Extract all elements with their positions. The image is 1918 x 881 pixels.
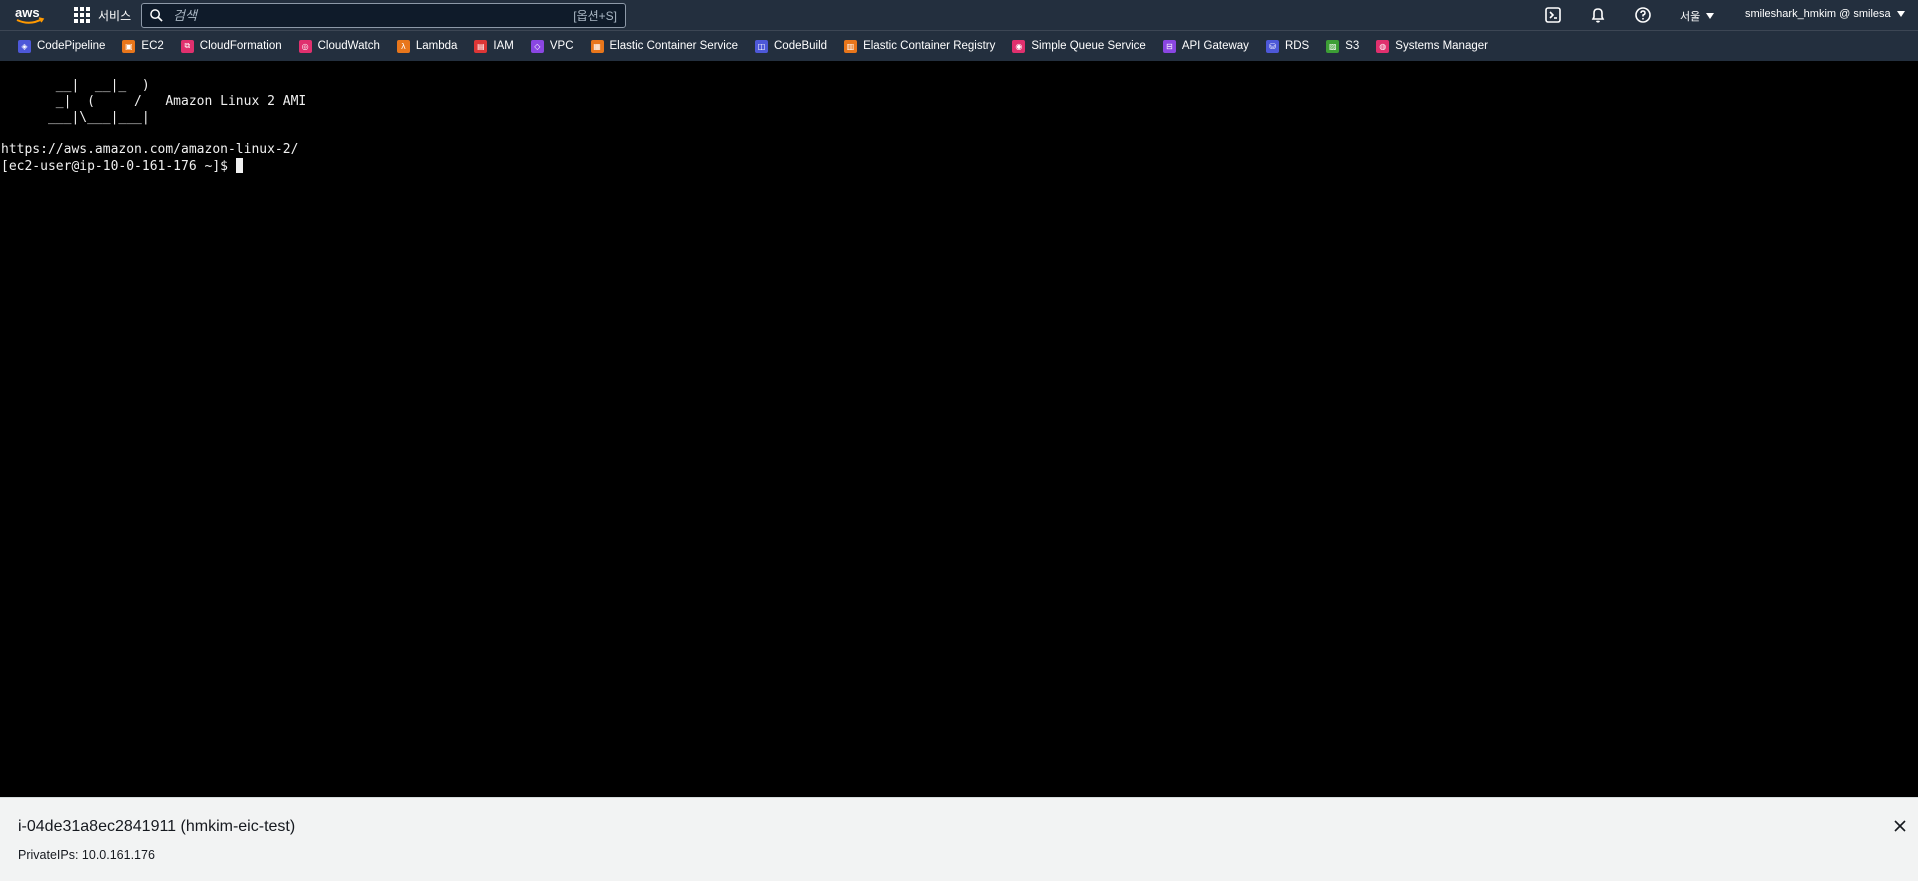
grid-icon	[74, 7, 90, 23]
search-input[interactable]	[173, 8, 574, 23]
favorite-simple-queue-service[interactable]: ◉ Simple Queue Service	[1012, 39, 1146, 53]
service-icon: ⧉	[180, 39, 194, 53]
favorite-cloudformation[interactable]: ⧉ CloudFormation	[180, 39, 282, 53]
favorite-label: Elastic Container Registry	[863, 40, 996, 52]
terminal-prompt: [ec2-user@ip-10-0-161-176 ~]$	[1, 159, 236, 174]
bell-icon[interactable]	[1589, 6, 1607, 24]
favorite-elastic-container-service[interactable]: ▦ Elastic Container Service	[590, 39, 738, 53]
instance-info-panel: i-04de31a8ec2841911 (hmkim-eic-test) Pri…	[0, 797, 1918, 881]
favorite-s3[interactable]: ▨ S3	[1326, 39, 1360, 53]
favorite-label: VPC	[549, 40, 574, 52]
region-selector[interactable]: 서울	[1680, 8, 1715, 24]
favorite-label: EC2	[141, 40, 164, 52]
favorite-api-gateway[interactable]: ⊟ API Gateway	[1162, 39, 1249, 53]
terminal-url: https://aws.amazon.com/amazon-linux-2/	[1, 142, 299, 157]
favorite-cloudwatch[interactable]: ◎ CloudWatch	[298, 39, 380, 53]
search-icon	[150, 9, 163, 22]
favorite-ec2[interactable]: ▣ EC2	[122, 39, 164, 53]
favorite-lambda[interactable]: λ Lambda	[396, 39, 458, 53]
favorite-vpc[interactable]: ◇ VPC	[530, 39, 574, 53]
account-menu[interactable]: smileshark_hmkim @ smilesa	[1745, 8, 1905, 20]
favorite-label: CodeBuild	[774, 40, 828, 52]
service-icon: ▦	[590, 39, 604, 53]
instance-private-ips: PrivateIPs: 10.0.161.176	[18, 848, 155, 862]
service-icon: ◇	[530, 39, 544, 53]
service-icon: ⊟	[1162, 39, 1176, 53]
favorite-elastic-container-registry[interactable]: ▥ Elastic Container Registry	[844, 39, 996, 53]
favorite-label: Simple Queue Service	[1031, 40, 1146, 52]
favorite-label: Systems Manager	[1395, 40, 1488, 52]
service-icon: ◎	[298, 39, 312, 53]
favorite-label: CodePipeline	[37, 40, 106, 52]
favorite-label: S3	[1345, 40, 1360, 52]
favorite-label: API Gateway	[1181, 40, 1249, 52]
favorite-iam[interactable]: ▤ IAM	[474, 39, 514, 53]
top-navigation: aws 서비스 [옵션+S] 서울 smileshark_hmkim @	[0, 0, 1918, 30]
terminal-cursor	[235, 158, 243, 173]
services-menu-button[interactable]: 서비스	[74, 5, 131, 25]
favorite-label: CloudFormation	[199, 40, 282, 52]
service-icon: ▣	[122, 39, 136, 53]
terminal-output: __| __|_ ) _| ( / Amazon Linux 2 AMI ___…	[1, 78, 1918, 175]
favorite-label: CloudWatch	[317, 40, 380, 52]
region-label: 서울	[1680, 11, 1701, 23]
terminal-banner: __| __|_ ) _| ( / Amazon Linux 2 AMI ___…	[47, 78, 307, 125]
favorite-label: IAM	[493, 40, 514, 52]
close-icon[interactable]	[1892, 818, 1908, 834]
service-icon: ▥	[844, 39, 858, 53]
favorite-label: RDS	[1284, 40, 1310, 52]
search-shortcut-hint: [옵션+S]	[573, 9, 617, 23]
favorite-label: Lambda	[415, 40, 458, 52]
service-icon: ⛁	[1265, 39, 1279, 53]
favorites-bar: ◈ CodePipeline ▣ EC2 ⧉ CloudFormation ◎ CloudWa…	[0, 30, 1918, 61]
aws-logo[interactable]: aws	[14, 4, 46, 26]
service-icon: ▤	[474, 39, 488, 53]
favorite-codebuild[interactable]: ◫ CodeBuild	[755, 39, 828, 53]
services-label: 서비스	[98, 8, 132, 23]
service-icon: λ	[396, 39, 410, 53]
chevron-down-icon	[1896, 11, 1905, 17]
service-icon: ◈	[18, 39, 31, 53]
service-icon: ◉	[1012, 39, 1026, 53]
favorite-systems-manager[interactable]: ◍ Systems Manager	[1376, 39, 1488, 53]
chevron-down-icon	[1706, 13, 1715, 19]
account-label: smileshark_hmkim @ smilesa	[1745, 8, 1891, 20]
cloudshell-icon[interactable]	[1544, 6, 1562, 24]
service-icon: ◫	[755, 39, 768, 53]
search-box[interactable]: [옵션+S]	[141, 3, 626, 28]
favorite-rds[interactable]: ⛁ RDS	[1265, 39, 1310, 53]
favorite-label: Elastic Container Service	[609, 40, 738, 52]
service-icon: ▨	[1326, 39, 1340, 53]
instance-title: i-04de31a8ec2841911 (hmkim-eic-test)	[18, 818, 296, 835]
service-icon: ◍	[1376, 39, 1390, 53]
svg-text:aws: aws	[15, 5, 40, 20]
favorite-codepipeline[interactable]: ◈ CodePipeline	[18, 39, 106, 53]
help-icon[interactable]	[1634, 6, 1652, 24]
terminal-window[interactable]: __| __|_ ) _| ( / Amazon Linux 2 AMI ___…	[0, 61, 1918, 797]
